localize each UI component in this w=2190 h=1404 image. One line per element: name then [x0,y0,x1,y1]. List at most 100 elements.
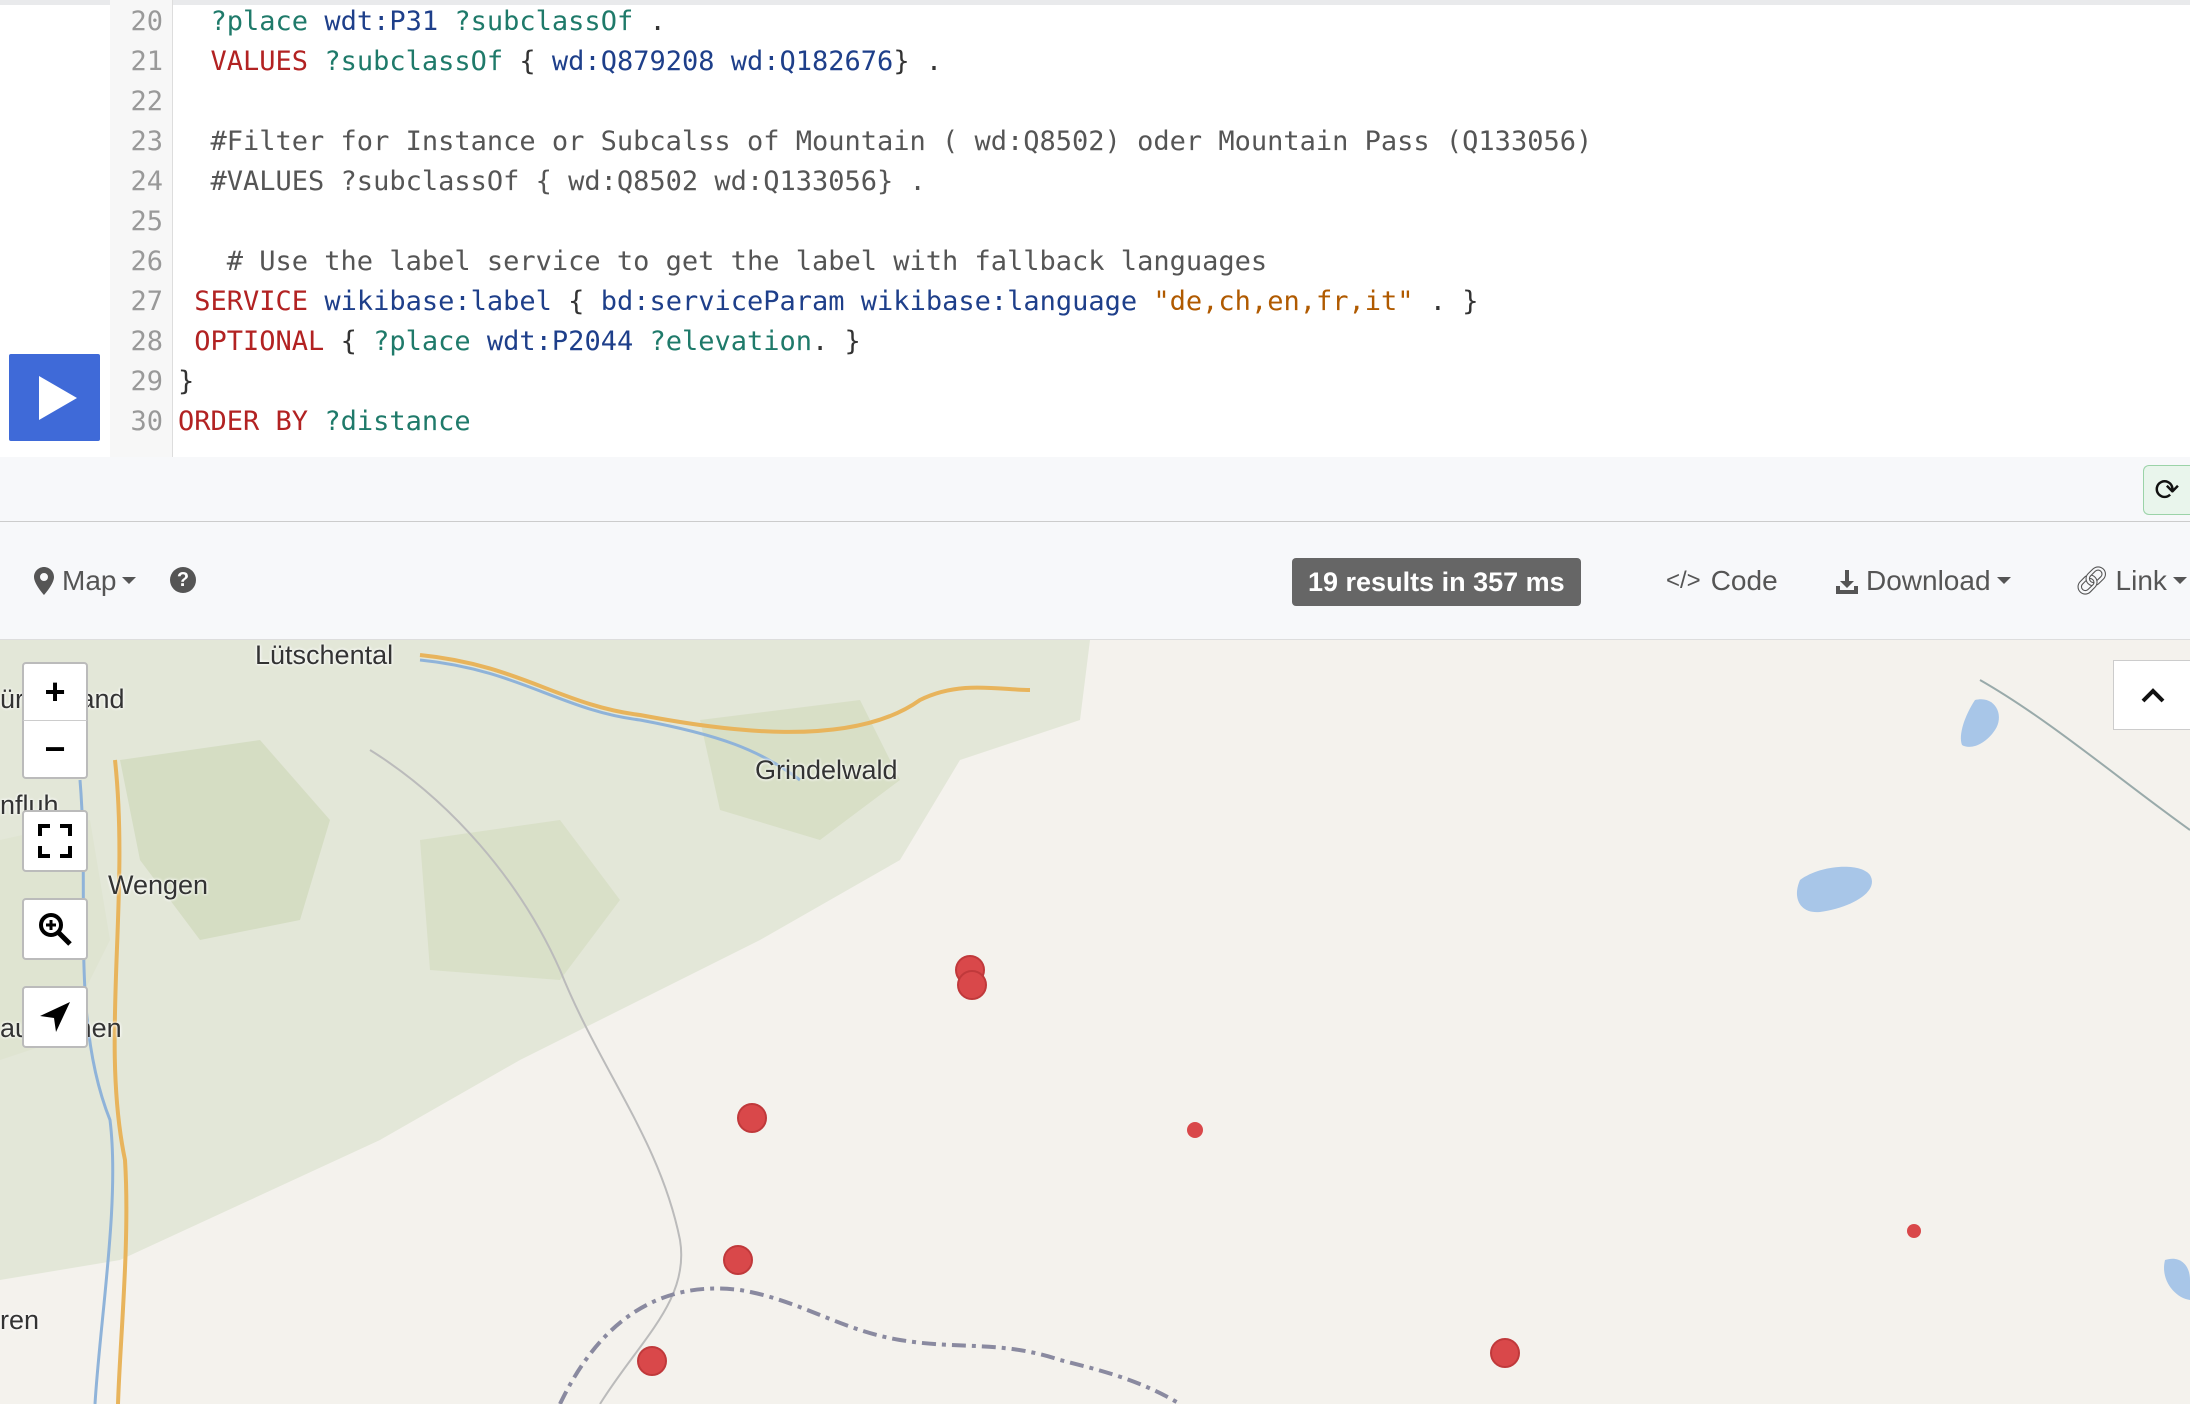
code-line[interactable]: #Filter for Instance or Subcalss of Moun… [178,122,1593,162]
code-token: } . [893,46,943,77]
code-line[interactable]: } [178,362,194,402]
run-query-button[interactable] [9,354,100,441]
chevron-up-icon [2141,688,2164,703]
code-token: ?place [373,326,471,357]
code-line[interactable]: #VALUES ?subclassOf { wd:Q8502 wd:Q13305… [178,162,926,202]
code-token: ?distance [324,406,471,437]
results-map[interactable]: Lütschental Grindelwald Wengen ür chwand… [0,640,2190,1404]
code-token: ?place [210,6,309,37]
line-number: 21 [130,46,163,77]
refresh-icon: ⟳ [2154,473,2180,507]
code-token: SERVICE [194,286,309,317]
fullscreen-icon [38,824,72,858]
code-token: wdt:P31 [324,6,439,37]
code-token: wd:Q879208 [551,46,715,77]
place-label-wengen: Wengen [108,870,209,900]
code-token: . } [1413,286,1479,317]
location-arrow-icon [40,1002,70,1032]
map-marker-icon [34,566,54,595]
code-line[interactable]: ?place wdt:P31 ?subclassOf . [178,2,666,42]
code-token: { [551,286,601,317]
code-token: ?subclassOf [454,6,634,37]
editor-footer-bar [0,457,2190,522]
code-line[interactable]: SERVICE wikibase:label { bd:serviceParam… [178,282,1479,322]
code-line[interactable]: OPTIONAL { ?place wdt:P2044 ?elevation. … [178,322,861,362]
refresh-button[interactable]: ⟳ [2143,465,2190,515]
code-token: { [503,46,552,77]
code-line[interactable]: # Use the label service to get the label… [178,242,1267,282]
line-number: 25 [130,206,163,237]
code-token: wikibase:label [324,286,552,317]
code-token: . [633,6,666,37]
code-icon: </> [1666,566,1701,594]
results-count-badge: 19 results in 357 ms [1292,558,1581,606]
download-label: Download [1866,564,1991,596]
query-editor[interactable]: 20 ?place wdt:P31 ?subclassOf . 21 VALUES… [0,0,2190,457]
line-number: 27 [130,286,163,317]
line-number: 22 [130,86,163,117]
map-tiles [0,640,2190,1404]
line-number: 30 [130,406,163,437]
code-token: wikibase:language [860,286,1138,317]
code-line[interactable]: VALUES ?subclassOf { wd:Q879208 wd:Q1826… [178,42,943,82]
link-icon: 🔗︎ [2074,565,2110,596]
search-zoom-icon [39,913,72,946]
download-dropdown[interactable]: Download [1834,522,2011,639]
code-token: ORDER BY [178,406,309,437]
code-token: wd:Q182676 [730,46,894,77]
chevron-down-icon [2172,577,2187,584]
fullscreen-button[interactable] [22,810,88,872]
result-view-label: Map [62,564,117,596]
code-token: wdt:P2044 [486,326,634,357]
code-token: . } [812,326,861,357]
code-line[interactable]: ORDER BY ?distance [178,402,471,442]
line-number: 26 [130,246,163,277]
code-button[interactable]: </> Code [1666,522,1778,639]
line-number: 29 [130,366,163,397]
place-label-lutschental: Lütschental [255,640,394,670]
line-number: 20 [130,6,163,37]
code-token: VALUES [210,46,309,77]
chevron-down-icon [1996,577,2011,584]
code-token: "de,ch,en,fr,it" [1153,286,1414,317]
link-dropdown[interactable]: 🔗︎ Link [2074,522,2187,639]
code-token: #VALUES ?subclassOf { wd:Q8502 wd:Q13305… [178,166,926,197]
code-token: { [324,326,374,357]
line-number: 23 [130,126,163,157]
line-number: 28 [130,326,163,357]
result-markers [637,955,1921,1376]
help-icon[interactable]: ? [170,567,196,593]
chevron-down-icon [122,577,137,584]
code-token: } [178,366,195,397]
link-label: Link [2115,564,2167,596]
collapse-button[interactable] [2113,660,2190,730]
zoom-to-results-button[interactable] [22,898,88,960]
code-token: ?elevation [649,326,813,357]
download-icon [1836,569,1858,594]
locate-me-button[interactable] [22,986,88,1048]
place-label-ren: ren [0,1305,40,1335]
play-icon [39,376,77,420]
line-number: 24 [130,166,163,197]
place-label-grindelwald: Grindelwald [755,755,898,785]
code-token: #Filter for Instance or Subcalss of Moun… [178,126,1593,157]
code-token: OPTIONAL [194,326,325,357]
zoom-in-button[interactable]: + [22,662,88,722]
zoom-out-button[interactable]: − [22,720,88,779]
result-view-dropdown[interactable]: Map [34,522,137,639]
results-toolbar: Map ? 19 results in 357 ms </> Code Down… [0,522,2190,640]
code-token: # Use the label service to get the label… [178,246,1268,277]
